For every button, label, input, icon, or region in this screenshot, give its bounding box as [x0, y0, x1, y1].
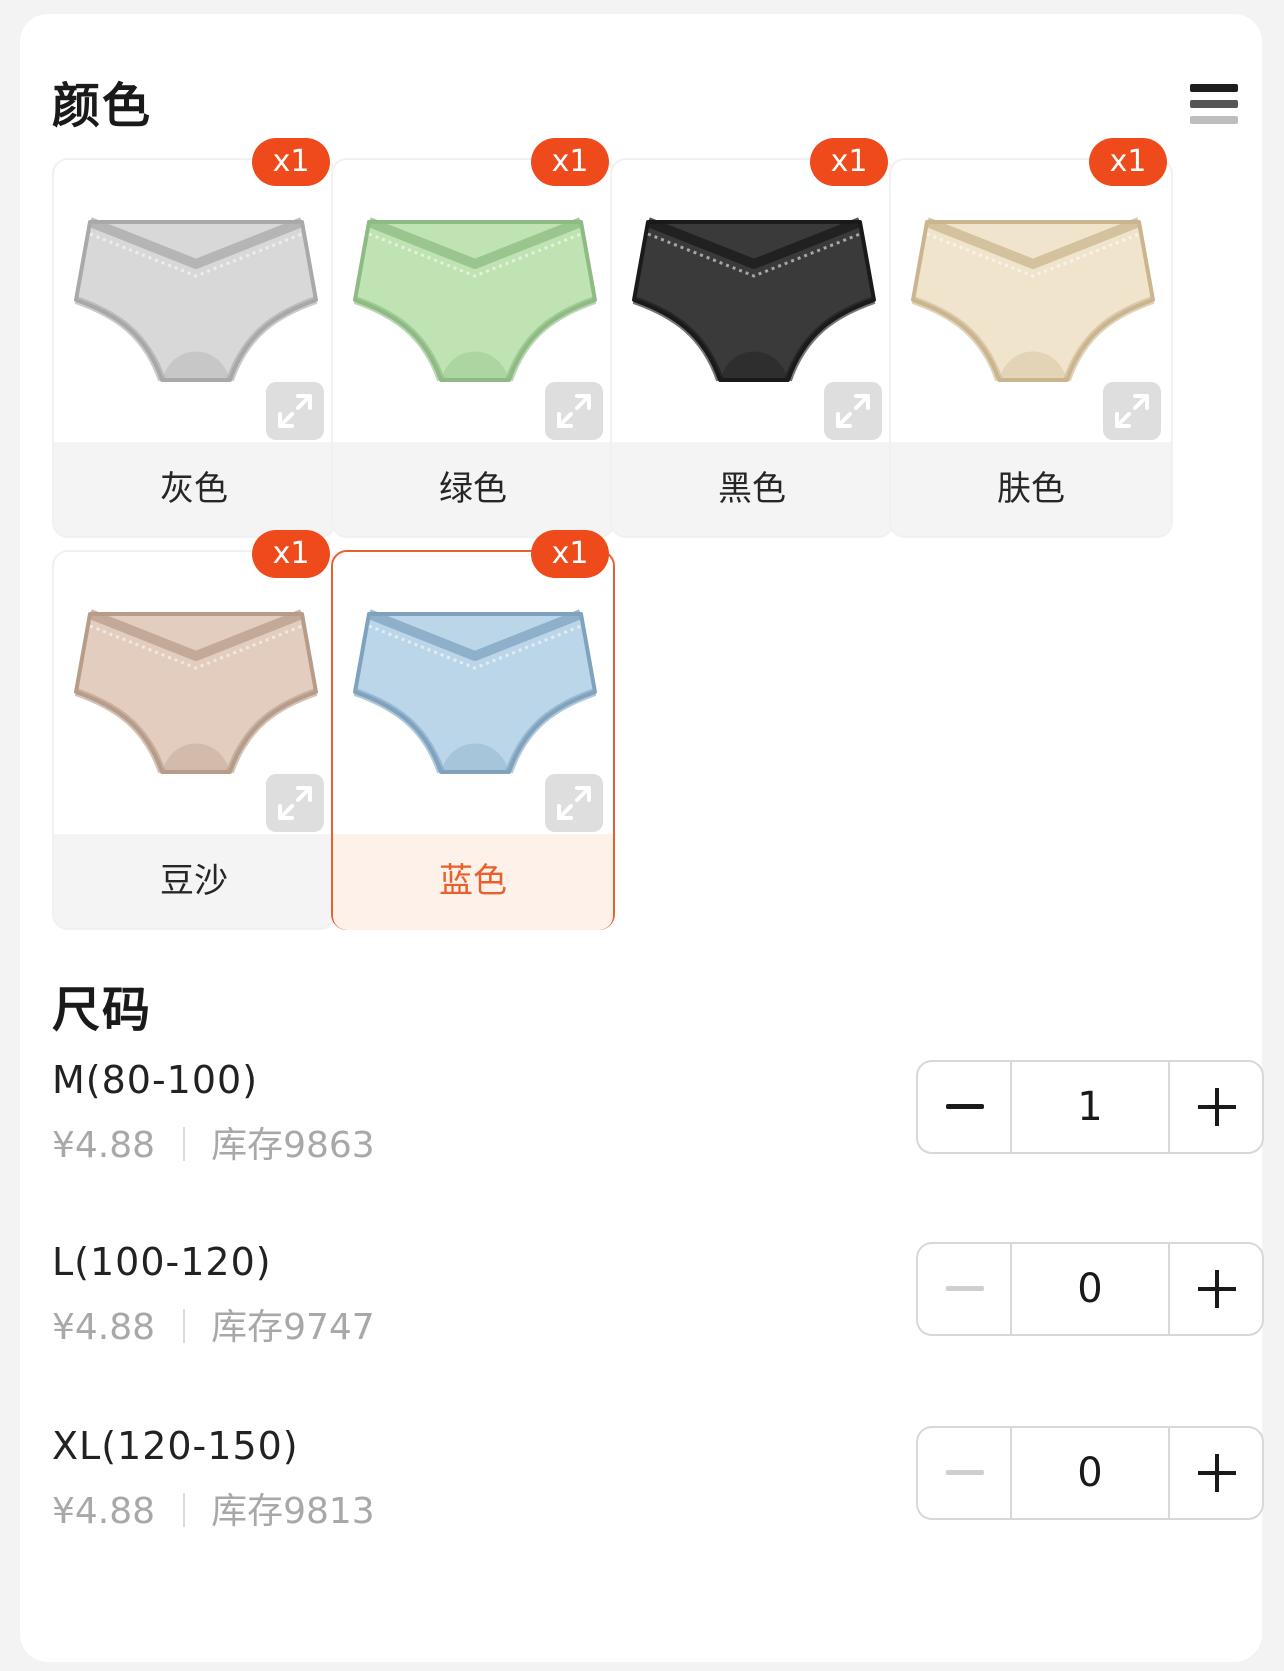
price: ¥4.88 — [52, 1307, 156, 1348]
quantity-badge: x1 — [810, 138, 888, 186]
menu-icon-bar — [1190, 100, 1238, 108]
decrement-button[interactable] — [918, 1062, 1012, 1152]
expand-icon[interactable] — [266, 382, 324, 440]
product-image — [54, 552, 334, 834]
color-option-label: 豆沙 — [160, 861, 228, 901]
decrement-button[interactable] — [918, 1244, 1012, 1334]
menu-icon-bar — [1190, 116, 1238, 124]
increment-button[interactable] — [1168, 1428, 1262, 1518]
menu-icon[interactable] — [1190, 70, 1242, 126]
minus-icon — [946, 1286, 984, 1291]
size-name: M(80-100) — [52, 1058, 259, 1102]
size-meta: ¥4.88 库存9863 — [52, 1116, 375, 1168]
quantity-badge: x1 — [531, 530, 609, 578]
minus-icon — [946, 1470, 984, 1475]
color-option[interactable]: 豆沙 x1 — [52, 530, 336, 930]
minus-icon — [946, 1104, 984, 1109]
color-option-label: 蓝色 — [333, 834, 613, 930]
quantity-value[interactable]: 0 — [1012, 1244, 1168, 1334]
color-option-label: 绿色 — [439, 469, 507, 509]
quantity-stepper: 0 — [916, 1426, 1264, 1520]
size-row: XL(120-150) ¥4.88 库存9813 0 — [52, 1424, 1264, 1534]
product-image — [612, 160, 892, 442]
size-meta: ¥4.88 库存9813 — [52, 1482, 375, 1534]
color-option-label: 灰色 — [160, 469, 228, 509]
quantity-badge: x1 — [1089, 138, 1167, 186]
product-image — [333, 552, 613, 834]
color-option[interactable]: 灰色 x1 — [52, 138, 336, 538]
size-meta: ¥4.88 库存9747 — [52, 1298, 375, 1350]
size-section-title: 尺码 — [52, 982, 153, 1038]
quantity-badge: x1 — [531, 138, 609, 186]
color-option[interactable]: 黑色 x1 — [610, 138, 894, 538]
quantity-stepper: 0 — [916, 1242, 1264, 1336]
product-image — [891, 160, 1171, 442]
color-option-label: 肤色 — [997, 469, 1065, 509]
color-option[interactable]: 蓝色 x1 — [331, 530, 615, 930]
expand-icon[interactable] — [824, 382, 882, 440]
color-option[interactable]: 绿色 x1 — [331, 138, 615, 538]
quantity-value[interactable]: 1 — [1012, 1062, 1168, 1152]
plus-icon-stroke — [1215, 1270, 1219, 1308]
size-name: XL(120-150) — [52, 1424, 299, 1468]
quantity-badge: x1 — [252, 530, 330, 578]
stock-count: 库存9863 — [211, 1125, 375, 1166]
plus-icon-stroke — [1215, 1454, 1219, 1492]
expand-icon[interactable] — [545, 774, 603, 832]
size-row: L(100-120) ¥4.88 库存9747 0 — [52, 1240, 1264, 1350]
quantity-value[interactable]: 0 — [1012, 1428, 1168, 1518]
color-section-title: 颜色 — [52, 78, 153, 134]
expand-icon[interactable] — [545, 382, 603, 440]
increment-button[interactable] — [1168, 1062, 1262, 1152]
size-name: L(100-120) — [52, 1240, 272, 1284]
decrement-button[interactable] — [918, 1428, 1012, 1518]
price: ¥4.88 — [52, 1491, 156, 1532]
price: ¥4.88 — [52, 1125, 156, 1166]
divider — [183, 1127, 186, 1161]
color-option[interactable]: 肤色 x1 — [889, 138, 1173, 538]
divider — [183, 1493, 186, 1527]
product-image — [333, 160, 613, 442]
quantity-badge: x1 — [252, 138, 330, 186]
expand-icon[interactable] — [1103, 382, 1161, 440]
product-image — [54, 160, 334, 442]
sku-selector-panel: 颜色 灰色 x1 绿色 x1 黑色 x1 肤色 x1 豆沙 x1 蓝色 x1 尺码 M(80-100)… — [20, 14, 1264, 1662]
divider — [183, 1309, 186, 1343]
stock-count: 库存9813 — [211, 1491, 375, 1532]
quantity-stepper: 1 — [916, 1060, 1264, 1154]
color-option-label: 黑色 — [718, 469, 786, 509]
increment-button[interactable] — [1168, 1244, 1262, 1334]
color-grid: 灰色 x1 绿色 x1 黑色 x1 肤色 x1 豆沙 x1 蓝色 x1 — [52, 138, 1252, 978]
plus-icon-stroke — [1215, 1088, 1219, 1126]
stock-count: 库存9747 — [211, 1307, 375, 1348]
menu-icon-bar — [1190, 84, 1238, 92]
expand-icon[interactable] — [266, 774, 324, 832]
size-row: M(80-100) ¥4.88 库存9863 1 — [52, 1058, 1264, 1168]
